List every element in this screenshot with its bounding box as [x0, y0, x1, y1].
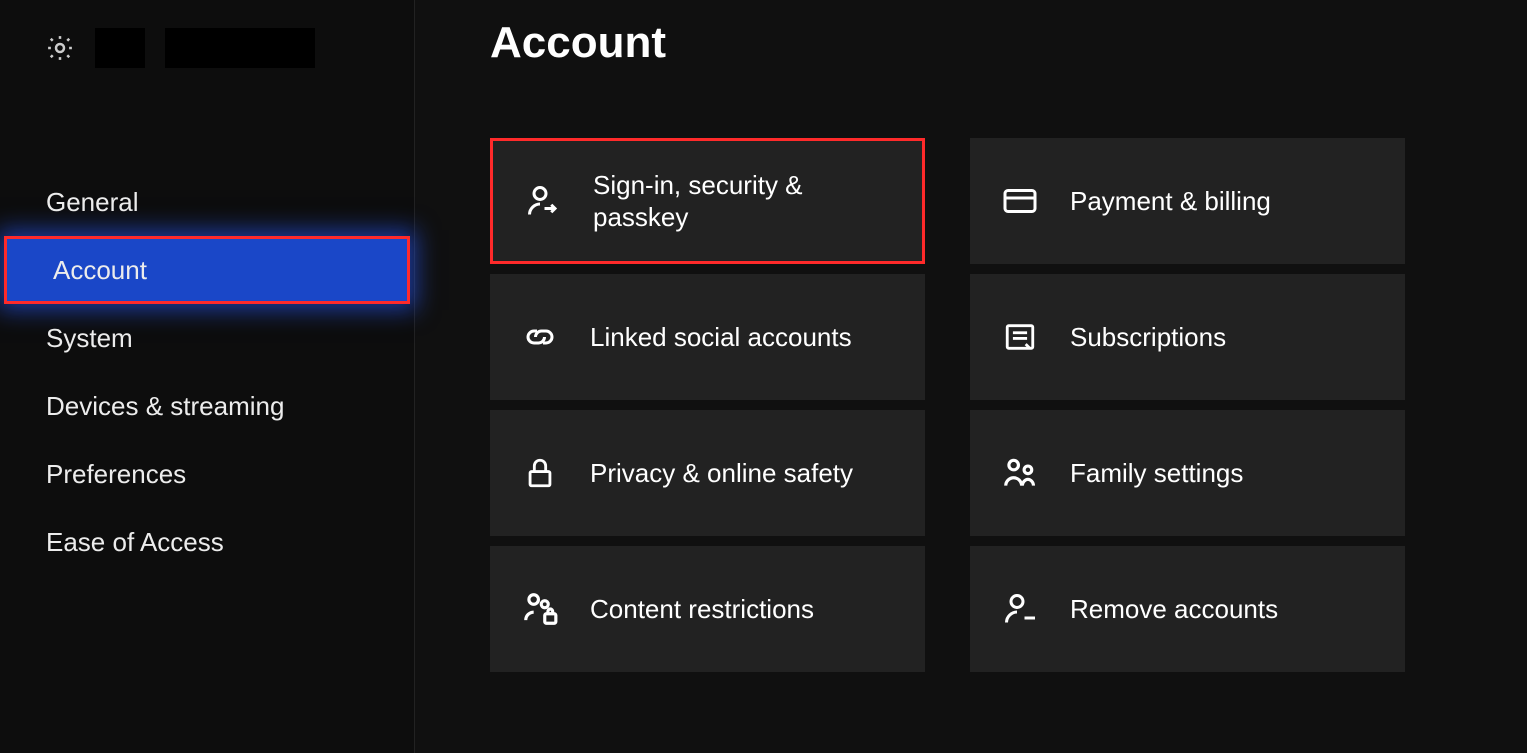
- tile-content-restrictions[interactable]: Content restrictions: [490, 546, 925, 672]
- tile-payment-billing[interactable]: Payment & billing: [970, 138, 1405, 264]
- sidebar-item-devices[interactable]: Devices & streaming: [0, 372, 414, 440]
- tile-label: Content restrictions: [590, 593, 814, 626]
- redacted-block-icon: [95, 28, 145, 68]
- tile-label: Linked social accounts: [590, 321, 852, 354]
- sidebar-nav: General Account System Devices & streami…: [0, 168, 414, 576]
- tile-linked-social[interactable]: Linked social accounts: [490, 274, 925, 400]
- tile-label: Family settings: [1070, 457, 1243, 490]
- tile-remove-accounts[interactable]: Remove accounts: [970, 546, 1405, 672]
- tile-label: Privacy & online safety: [590, 457, 853, 490]
- sidebar-item-preferences[interactable]: Preferences: [0, 440, 414, 508]
- person-arrow-icon: [523, 181, 563, 221]
- sidebar-item-account[interactable]: Account: [4, 236, 410, 304]
- redacted-block-label: [165, 28, 315, 68]
- tile-subscriptions[interactable]: Subscriptions: [970, 274, 1405, 400]
- sidebar-item-general[interactable]: General: [0, 168, 414, 236]
- tile-family-settings[interactable]: Family settings: [970, 410, 1405, 536]
- people-lock-icon: [520, 589, 560, 629]
- sidebar: General Account System Devices & streami…: [0, 0, 415, 753]
- link-icon: [520, 317, 560, 357]
- tile-signin-security[interactable]: Sign-in, security & passkey: [490, 138, 925, 264]
- tile-label: Sign-in, security & passkey: [593, 169, 893, 234]
- sidebar-item-system[interactable]: System: [0, 304, 414, 372]
- credit-card-icon: [1000, 181, 1040, 221]
- list-icon: [1000, 317, 1040, 357]
- settings-screen: General Account System Devices & streami…: [0, 0, 1527, 753]
- family-icon: [1000, 453, 1040, 493]
- sidebar-item-ease-of-access[interactable]: Ease of Access: [0, 508, 414, 576]
- tile-privacy[interactable]: Privacy & online safety: [490, 410, 925, 536]
- lock-icon: [520, 453, 560, 493]
- person-minus-icon: [1000, 589, 1040, 629]
- tile-label: Subscriptions: [1070, 321, 1226, 354]
- sidebar-header: [0, 20, 414, 98]
- gear-icon: [45, 33, 75, 63]
- tile-label: Payment & billing: [1070, 185, 1271, 218]
- main-content: Account Sign-in, security & passkey: [415, 0, 1527, 753]
- tile-label: Remove accounts: [1070, 593, 1278, 626]
- tile-grid: Sign-in, security & passkey Payment & bi…: [490, 138, 1487, 672]
- page-title: Account: [490, 18, 1487, 68]
